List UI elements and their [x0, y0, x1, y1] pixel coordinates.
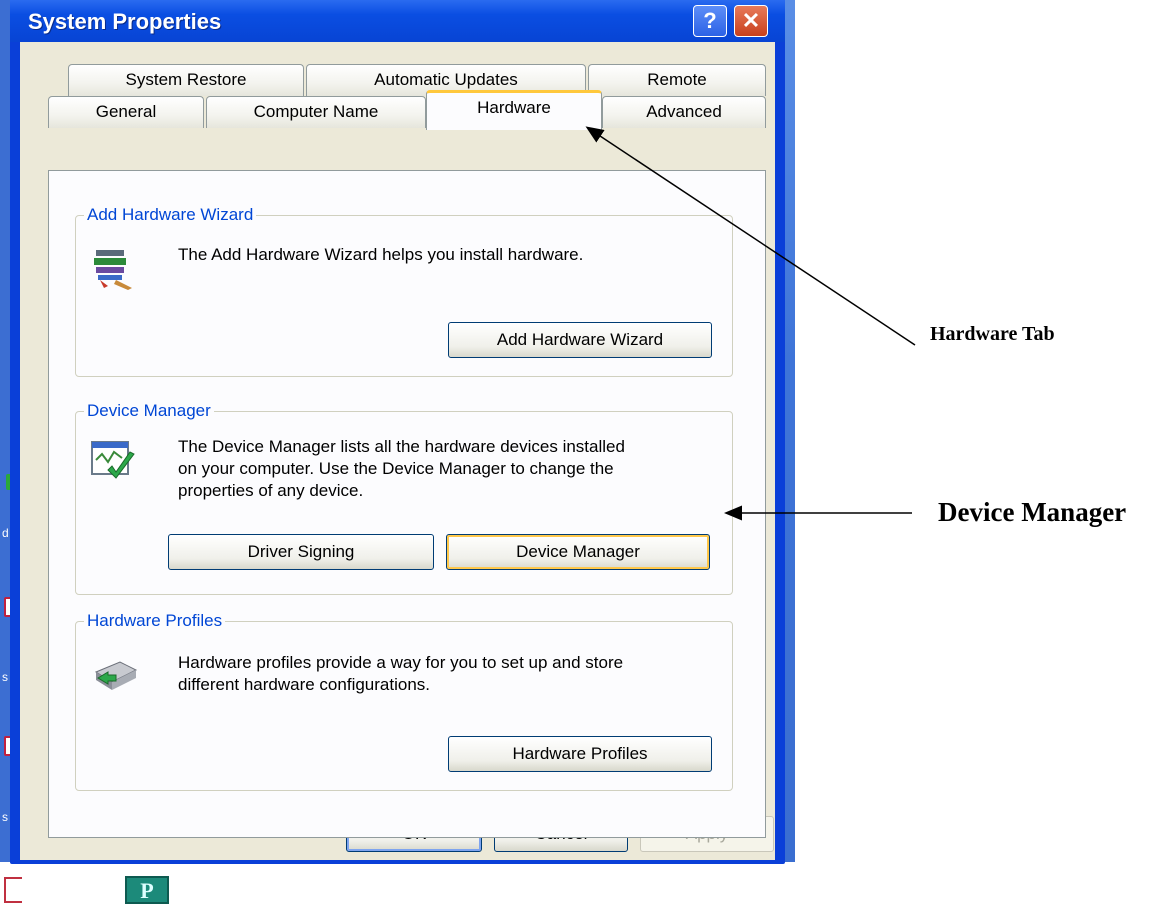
- tab-advanced[interactable]: Advanced: [602, 96, 766, 128]
- group-title: Hardware Profiles: [84, 611, 226, 631]
- device-manager-button[interactable]: Device Manager: [446, 534, 710, 570]
- group-title: Device Manager: [84, 401, 214, 421]
- device-manager-group: Device Manager The Device Manager lists …: [75, 401, 733, 595]
- desktop-icon-label: d: [2, 526, 9, 540]
- system-properties-window: System Properties ? ✕ System Restore Aut…: [10, 0, 785, 864]
- group-title: Add Hardware Wizard: [84, 205, 257, 225]
- document-icon[interactable]: [4, 877, 22, 903]
- device-manager-description-line: properties of any device.: [178, 481, 364, 500]
- close-button[interactable]: ✕: [734, 5, 768, 37]
- tab-general[interactable]: General: [48, 96, 204, 128]
- title-bar[interactable]: System Properties ? ✕: [10, 0, 785, 42]
- dialog-client-area: System Restore Automatic Updates Remote …: [20, 42, 775, 860]
- add-hardware-description: The Add Hardware Wizard helps you instal…: [178, 245, 584, 264]
- hardware-profiles-button[interactable]: Hardware Profiles: [448, 736, 712, 772]
- device-manager-description-line: The Device Manager lists all the hardwar…: [178, 437, 625, 456]
- desktop-icon-label: s: [2, 810, 8, 824]
- device-manager-icon: [90, 436, 140, 486]
- tab-hardware[interactable]: Hardware: [426, 90, 602, 130]
- add-hardware-icon: [90, 242, 140, 292]
- add-hardware-wizard-button[interactable]: Add Hardware Wizard: [448, 322, 712, 358]
- desktop-icon-label: s: [2, 670, 8, 684]
- tab-system-restore[interactable]: System Restore: [68, 64, 304, 96]
- tab-computer-name[interactable]: Computer Name: [206, 96, 426, 128]
- hardware-tab-annotation: Hardware Tab: [930, 323, 1055, 345]
- publisher-icon[interactable]: P: [125, 876, 169, 904]
- desktop-bottom-area: [0, 862, 795, 905]
- hardware-tab-panel: Add Hardware Wizard The Add Hardware Wiz…: [48, 170, 766, 838]
- driver-signing-button[interactable]: Driver Signing: [168, 534, 434, 570]
- tab-remote[interactable]: Remote: [588, 64, 766, 96]
- device-manager-annotation: Device Manager: [938, 497, 1127, 527]
- window-title: System Properties: [28, 9, 222, 34]
- hardware-profiles-description-line: different hardware configurations.: [178, 675, 431, 694]
- device-manager-description-line: on your computer. Use the Device Manager…: [178, 459, 614, 478]
- hardware-profiles-icon: [90, 652, 140, 696]
- add-hardware-wizard-group: Add Hardware Wizard The Add Hardware Wiz…: [75, 205, 733, 377]
- hardware-profiles-description-line: Hardware profiles provide a way for you …: [178, 653, 624, 672]
- help-button[interactable]: ?: [693, 5, 727, 37]
- hardware-profiles-group: Hardware Profiles Hardware profiles prov…: [75, 611, 733, 791]
